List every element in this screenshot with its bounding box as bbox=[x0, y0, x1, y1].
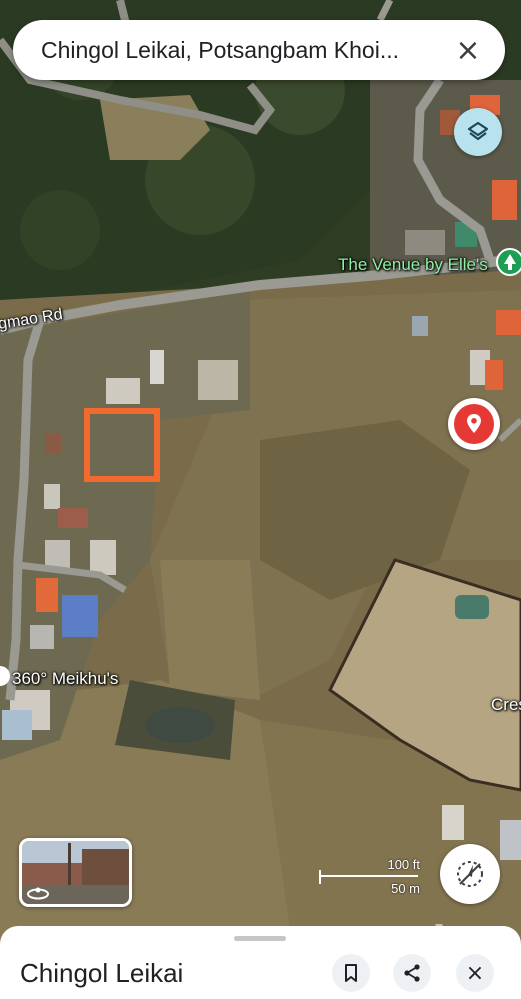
location-pin[interactable] bbox=[448, 398, 500, 450]
compass-icon bbox=[457, 861, 483, 887]
layers-button[interactable] bbox=[454, 108, 502, 156]
search-input[interactable]: Chingol Leikai, Potsangbam Khoi... bbox=[41, 37, 451, 64]
location-pin-icon bbox=[454, 404, 494, 444]
map-scale: 100 ft 50 m bbox=[318, 857, 422, 897]
scale-meters: 50 m bbox=[391, 881, 420, 896]
streetview-360-icon bbox=[27, 887, 49, 900]
bookmark-icon bbox=[345, 964, 357, 982]
layers-icon bbox=[467, 121, 489, 141]
sheet-drag-handle[interactable] bbox=[234, 936, 286, 941]
venue-label[interactable]: The Venue by Elle's bbox=[338, 255, 488, 275]
cres-label[interactable]: Cres bbox=[491, 695, 521, 715]
compass-button[interactable] bbox=[440, 844, 500, 904]
meikhu-label[interactable]: 360° Meikhu's bbox=[12, 669, 118, 689]
share-button[interactable] bbox=[393, 954, 431, 992]
place-sheet[interactable]: Chingol Leikai × bbox=[0, 926, 521, 999]
share-icon bbox=[404, 964, 420, 982]
clear-search-button[interactable]: × bbox=[451, 33, 485, 68]
streetview-thumbnail[interactable] bbox=[19, 838, 132, 907]
tree-icon[interactable] bbox=[496, 248, 521, 276]
save-button[interactable] bbox=[332, 954, 370, 992]
search-bar[interactable]: Chingol Leikai, Potsangbam Khoi... × bbox=[13, 20, 505, 80]
plot-highlight bbox=[84, 408, 160, 482]
close-sheet-button[interactable]: × bbox=[456, 954, 494, 992]
place-title: Chingol Leikai bbox=[20, 958, 184, 988]
